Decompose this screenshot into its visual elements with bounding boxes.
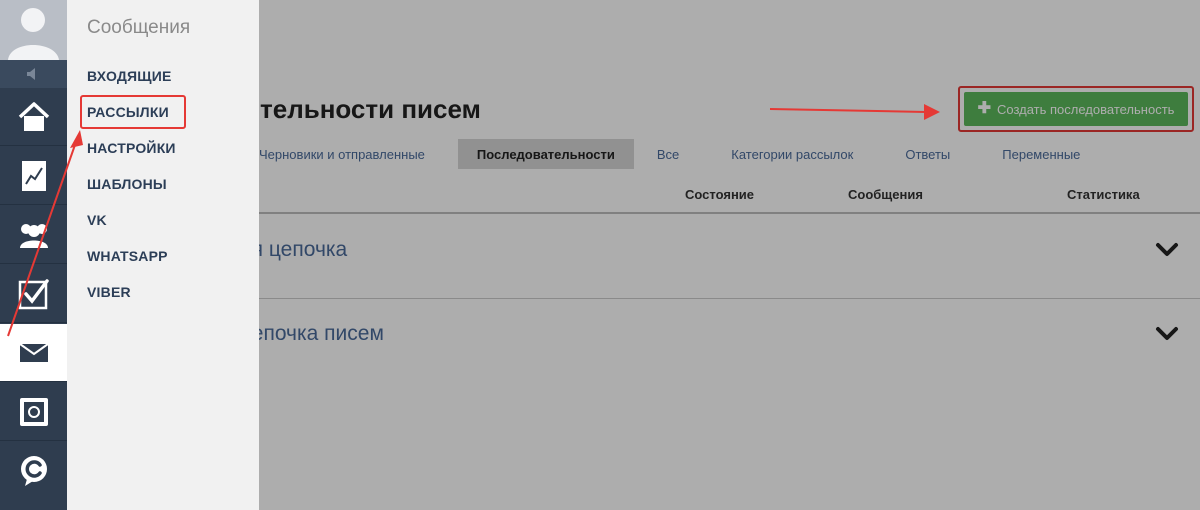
rail-item-tasks[interactable] <box>0 265 67 323</box>
section-title: тельности писем <box>260 94 481 124</box>
submenu-item-viber[interactable]: VIBER <box>87 284 131 300</box>
tab-replies[interactable]: Ответы <box>886 139 969 169</box>
safe-icon <box>19 397 48 426</box>
submenu-item-inbox[interactable]: ВХОДЯЩИЕ <box>87 68 172 84</box>
table-header-divider <box>240 212 1200 214</box>
rail-item-logo[interactable] <box>0 442 67 500</box>
submenu-item-settings[interactable]: НАСТРОЙКИ <box>87 140 176 156</box>
icon-rail <box>0 0 67 510</box>
tab-drafts-sent[interactable]: Черновики и отправленные <box>240 139 444 169</box>
rail-item-safe[interactable] <box>0 383 67 441</box>
column-state: Состояние <box>685 187 755 202</box>
chevron-down-icon[interactable] <box>1154 324 1180 344</box>
speaker-icon <box>26 68 35 80</box>
tab-sequences[interactable]: Последовательности <box>457 139 634 169</box>
tab-categories[interactable]: Категории рассылок <box>712 139 872 169</box>
tab-variables[interactable]: Переменные <box>983 139 1099 169</box>
chat-logo-icon <box>20 456 47 486</box>
sequence-row-title[interactable]: цепочка писем <box>240 322 384 346</box>
chevron-down-icon[interactable] <box>1154 240 1180 260</box>
chart-icon <box>21 160 46 191</box>
rail-speaker[interactable] <box>0 60 67 88</box>
submenu-title: Сообщения <box>87 17 191 38</box>
rail-item-home[interactable] <box>0 88 67 146</box>
plus-icon: ✚ <box>977 100 991 117</box>
rail-item-analytics[interactable] <box>0 147 67 205</box>
submenu-item-whatsapp[interactable]: WHATSAPP <box>87 248 168 264</box>
create-sequence-label: Создать последовательность <box>996 101 1175 117</box>
create-button-highlight: ✚ Создать последовательность <box>958 86 1194 132</box>
column-statistics: Статистика <box>1067 187 1140 202</box>
mail-icon <box>18 342 49 362</box>
checkbox-icon <box>18 278 49 309</box>
mailings-highlight <box>80 95 186 129</box>
submenu-item-vk[interactable]: VK <box>87 212 107 228</box>
create-sequence-button[interactable]: ✚ Создать последовательность <box>964 92 1188 126</box>
home-icon <box>18 101 49 131</box>
user-avatar-icon <box>8 8 59 60</box>
rail-item-users[interactable] <box>0 206 67 264</box>
users-icon <box>19 223 48 248</box>
column-messages: Сообщения <box>848 187 923 202</box>
tab-all[interactable]: Все <box>638 139 698 169</box>
tab-bar: Черновики и отправленные Последовательно… <box>240 139 1099 169</box>
avatar[interactable] <box>0 0 67 60</box>
row-divider <box>240 298 1200 299</box>
rail-item-messages[interactable] <box>0 324 67 382</box>
messages-submenu: Сообщения ВХОДЯЩИЕ РАССЫЛКИ НАСТРОЙКИ ША… <box>67 0 259 510</box>
submenu-item-templates[interactable]: ШАБЛОНЫ <box>87 176 167 192</box>
